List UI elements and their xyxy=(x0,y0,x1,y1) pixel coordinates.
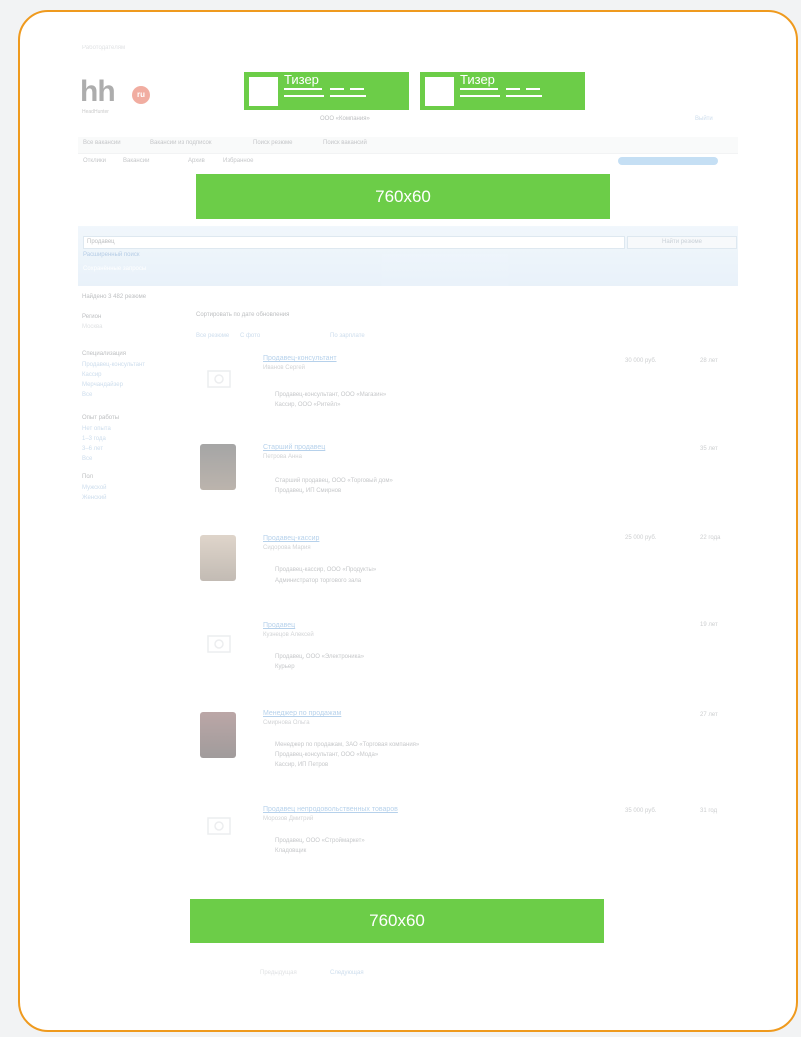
results-heading: Сортировать по дате обновления xyxy=(196,312,290,318)
candidate-photo xyxy=(200,535,236,581)
sidebar-item[interactable]: Продавец-консультант xyxy=(82,362,145,368)
age: 28 лет xyxy=(700,358,718,364)
experience-line: Администратор торгового зала xyxy=(275,578,362,584)
sidebar-item[interactable]: Женский xyxy=(82,495,106,501)
sidebar-item[interactable]: Кассир xyxy=(82,372,102,378)
candidate-name: Петрова Анна xyxy=(263,454,302,460)
experience-line: Продавец-консультант, ООО «Мода» xyxy=(275,752,379,758)
candidate-name: Смирнова Ольга xyxy=(263,720,310,726)
resume-title-link[interactable]: Продавец непродовольственных товаров xyxy=(263,806,398,813)
candidate-name: Иванов Сергей xyxy=(263,365,306,371)
experience-line: Продавец, ИП Смирнов xyxy=(275,488,342,494)
subtab-vacancies[interactable]: Вакансии xyxy=(123,158,149,164)
tab-vacancy-search[interactable]: Поиск вакансий xyxy=(323,140,367,146)
search-input[interactable]: Продавец xyxy=(83,236,625,249)
resume-title-link[interactable]: Продавец xyxy=(263,622,295,629)
subtab-favorites[interactable]: Избранное xyxy=(223,158,253,164)
banner-ad-top[interactable]: 760x60 xyxy=(196,174,610,219)
sidebar-group-title: Пол xyxy=(82,474,94,480)
pager-next[interactable]: Следующая xyxy=(330,970,364,976)
candidate-name: Сидорова Мария xyxy=(263,545,311,551)
subtab-archive[interactable]: Архив xyxy=(188,158,205,164)
sidebar-item[interactable]: Мерчандайзер xyxy=(82,382,123,388)
sidebar-item[interactable]: Мужской xyxy=(82,485,107,491)
advanced-search-link[interactable]: Расширенный поиск xyxy=(83,252,140,258)
experience-line: Менеджер по продажам, ЗАО «Торговая комп… xyxy=(275,742,420,748)
experience-line: Курьер xyxy=(275,664,295,670)
logout-link[interactable]: Выйти xyxy=(695,116,713,122)
saved-queries-link[interactable]: Сохранённые запросы xyxy=(83,266,146,272)
age: 19 лет xyxy=(700,622,718,628)
logo-text: hh xyxy=(80,75,116,108)
age: 31 год xyxy=(700,808,718,814)
resume-title-link[interactable]: Старший продавец xyxy=(263,444,325,451)
tab-all-vacancies[interactable]: Все вакансии xyxy=(83,140,121,146)
logo-badge: ru xyxy=(132,86,150,104)
sidebar-group-title: Регион xyxy=(82,314,102,320)
avatar-placeholder xyxy=(198,804,240,850)
faded-page: Работодателям hh ru HeadHunter ООО «Комп… xyxy=(20,12,796,1030)
subtab-responses[interactable]: Отклики xyxy=(83,158,106,164)
search-button[interactable]: Найти резюме xyxy=(627,236,737,249)
experience-line: Кассир, ООО «Ритейл» xyxy=(275,402,341,408)
candidate-photo xyxy=(200,444,236,490)
age: 27 лет xyxy=(700,712,718,718)
avatar-placeholder xyxy=(198,357,240,403)
sidebar-item[interactable]: 3–6 лет xyxy=(82,446,103,452)
search-value: Продавец xyxy=(87,239,115,245)
salary: 35 000 руб. xyxy=(625,808,657,814)
candidate-photo xyxy=(200,712,236,758)
sidebar-group-title: Опыт работы xyxy=(82,415,120,421)
candidate-name: Морозов Дмитрий xyxy=(263,816,314,822)
salary: 25 000 руб. xyxy=(625,535,657,541)
sidebar-group-title: Специализация xyxy=(82,351,127,357)
pager-prev[interactable]: Предыдущая xyxy=(260,970,297,976)
user-link[interactable]: ООО «Компания» xyxy=(320,116,370,122)
resume-title-link[interactable]: Продавец-консультант xyxy=(263,355,337,362)
sidebar-item[interactable]: 1–3 года xyxy=(82,436,106,442)
experience-line: Кладовщик xyxy=(275,848,307,854)
screenshot-frame: Тизер Тизер Работодателям hh ru HeadHunt… xyxy=(18,10,798,1032)
main-nav: Все вакансии Вакансии из подписок Поиск … xyxy=(78,137,738,154)
filter-salary[interactable]: По зарплате xyxy=(330,333,365,339)
results-count: Найдено 3 482 резюме xyxy=(82,294,147,300)
experience-line: Продавец-консультант, ООО «Магазин» xyxy=(275,392,387,398)
experience-line: Старший продавец, ООО «Торговый дом» xyxy=(275,478,393,484)
logo[interactable]: hh ru HeadHunter xyxy=(80,75,160,117)
tab-resume-search[interactable]: Поиск резюме xyxy=(253,140,292,146)
age: 22 года xyxy=(700,535,721,541)
tab-subscription-vacancies[interactable]: Вакансии из подписок xyxy=(150,140,211,146)
sidebar-item[interactable]: Все xyxy=(82,392,92,398)
salary: 30 000 руб. xyxy=(625,358,657,364)
resume-title-link[interactable]: Продавец-кассир xyxy=(263,535,319,542)
sidebar-item[interactable]: Все xyxy=(82,456,92,462)
experience-line: Продавец, ООО «Строймаркет» xyxy=(275,838,365,844)
sidebar-item[interactable]: Нет опыта xyxy=(82,426,111,432)
experience-line: Продавец-кассир, ООО «Продукты» xyxy=(275,567,377,573)
top-link[interactable]: Работодателям xyxy=(82,45,125,51)
candidate-name: Кузнецов Алексей xyxy=(263,632,314,638)
search-band xyxy=(78,226,738,286)
banner-ad-bottom[interactable]: 760x60 xyxy=(190,899,604,943)
resume-title-link[interactable]: Менеджер по продажам xyxy=(263,710,341,717)
experience-line: Продавец, ООО «Электроника» xyxy=(275,654,365,660)
sidebar-item[interactable]: Москва xyxy=(82,324,102,330)
age: 35 лет xyxy=(700,446,718,452)
filter-all[interactable]: Все резюме xyxy=(196,333,229,339)
experience-line: Кассир, ИП Петров xyxy=(275,762,329,768)
logo-subtitle: HeadHunter xyxy=(82,109,109,115)
avatar-placeholder xyxy=(198,622,240,668)
post-vacancy-button[interactable] xyxy=(618,157,718,165)
filter-photo[interactable]: С фото xyxy=(240,333,260,339)
